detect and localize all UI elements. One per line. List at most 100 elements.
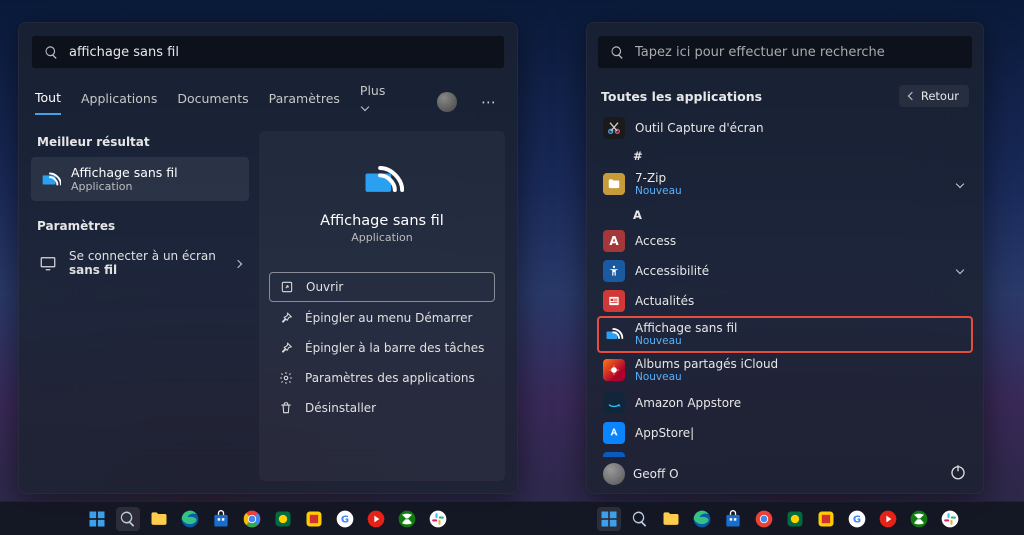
open-button[interactable]: Ouvrir — [269, 272, 495, 302]
connect-wireless-screen-item[interactable]: Se connecter à un écran sans fil — [31, 241, 249, 285]
new-badge: Nouveau — [635, 335, 737, 348]
best-result-item[interactable]: Affichage sans fil Application — [31, 157, 249, 201]
all-apps-title: Toutes les applications — [601, 89, 762, 104]
taskbar-left: G — [0, 501, 535, 535]
tab-more[interactable]: Plus — [360, 83, 397, 121]
user-avatar-icon — [603, 463, 625, 485]
chevron-down-icon — [957, 179, 967, 190]
app-row-wireless-display[interactable]: Affichage sans filNouveau — [597, 316, 973, 353]
letter-header-a[interactable]: A — [597, 202, 973, 226]
taskbar-app7-button[interactable] — [271, 507, 295, 531]
app-label: Accessibilité — [635, 264, 709, 278]
pin-icon — [279, 311, 293, 325]
start-search-box[interactable] — [597, 35, 973, 69]
start-search-input[interactable] — [635, 45, 960, 60]
best-result-title: Affichage sans fil — [71, 165, 178, 180]
news-icon — [603, 290, 625, 312]
taskbar-start-button[interactable] — [597, 507, 621, 531]
taskbar-edge-button[interactable] — [178, 507, 202, 531]
open-icon — [280, 280, 294, 294]
app-settings-button[interactable]: Paramètres des applications — [269, 364, 495, 392]
taskbar-app7-button[interactable] — [783, 507, 807, 531]
taskbar-google-button[interactable]: G — [845, 507, 869, 531]
taskbar-chrome-button[interactable] — [240, 507, 264, 531]
taskbar-slack-button[interactable] — [938, 507, 962, 531]
tab-documents[interactable]: Documents — [177, 91, 248, 114]
preview-title: Affichage sans fil — [320, 213, 444, 229]
taskbar-right: G — [535, 501, 1024, 535]
new-badge: Nouveau — [635, 185, 682, 198]
taskbar-store-button[interactable] — [209, 507, 233, 531]
power-button[interactable] — [949, 463, 967, 485]
app-label: Outil Capture d'écran — [635, 121, 764, 135]
app-row-astuces[interactable]: Astuces — [597, 448, 973, 457]
letter-header-hash[interactable]: # — [597, 143, 973, 167]
taskbar-youtube-button[interactable] — [364, 507, 388, 531]
taskbar-app8-button[interactable] — [302, 507, 326, 531]
search-box[interactable] — [31, 35, 505, 69]
taskbar-explorer-button[interactable] — [659, 507, 683, 531]
more-options-button[interactable]: ⋯ — [477, 93, 501, 111]
pin-start-button[interactable]: Épingler au menu Démarrer — [269, 304, 495, 332]
app-row-snipping-tool[interactable]: Outil Capture d'écran — [597, 113, 973, 143]
taskbar-google-button[interactable]: G — [333, 507, 357, 531]
search-panel: Tout Applications Documents Paramètres P… — [18, 22, 518, 494]
open-label: Ouvrir — [306, 280, 343, 294]
best-result-subtitle: Application — [71, 180, 178, 193]
pin-start-label: Épingler au menu Démarrer — [305, 311, 472, 325]
taskbar-chrome-button[interactable] — [752, 507, 776, 531]
chevron-down-icon — [957, 265, 967, 276]
app-row-news[interactable]: Actualités — [597, 286, 973, 316]
wireless-display-icon — [603, 323, 625, 345]
taskbar-explorer-button[interactable] — [147, 507, 171, 531]
app-row-7zip[interactable]: 7-ZipNouveau — [597, 167, 973, 202]
apps-list: Outil Capture d'écran # 7-ZipNouveau A A… — [597, 113, 973, 457]
app-row-appstore[interactable]: AppStore| — [597, 418, 973, 448]
back-label: Retour — [921, 89, 959, 103]
taskbar-edge-button[interactable] — [690, 507, 714, 531]
svg-text:G: G — [341, 514, 349, 525]
access-icon: A — [603, 230, 625, 252]
snipping-tool-icon — [603, 117, 625, 139]
icloud-photos-icon — [603, 359, 625, 381]
taskbar-start-button[interactable] — [85, 507, 109, 531]
taskbar-search-button[interactable] — [116, 507, 140, 531]
taskbar-youtube-button[interactable] — [876, 507, 900, 531]
taskbar-search-button[interactable] — [628, 507, 652, 531]
chevron-left-icon — [908, 92, 916, 100]
chevron-right-icon — [235, 256, 241, 270]
pin-taskbar-label: Épingler à la barre des tâches — [305, 341, 484, 355]
app-label: Albums partagés iCloud — [635, 357, 778, 371]
app-label: Amazon Appstore — [635, 396, 741, 410]
app-label: 7-Zip — [635, 171, 682, 185]
taskbar-store-button[interactable] — [721, 507, 745, 531]
best-result-header: Meilleur résultat — [31, 131, 249, 151]
app-row-amazon-appstore[interactable]: Amazon Appstore — [597, 388, 973, 418]
pin-taskbar-button[interactable]: Épingler à la barre des tâches — [269, 334, 495, 362]
taskbar-xbox-button[interactable] — [907, 507, 931, 531]
monitor-icon — [39, 254, 57, 272]
tab-all[interactable]: Tout — [35, 90, 61, 115]
uninstall-button[interactable]: Désinstaller — [269, 394, 495, 422]
app-row-access[interactable]: A Access — [597, 226, 973, 256]
app-label: AppStore| — [635, 426, 694, 440]
tab-applications[interactable]: Applications — [81, 91, 157, 114]
settings-item-label: Se connecter à un écran sans fil — [69, 249, 223, 277]
app-row-accessibility[interactable]: Accessibilité — [597, 256, 973, 286]
gear-icon — [279, 371, 293, 385]
search-tabs: Tout Applications Documents Paramètres P… — [31, 83, 505, 121]
tab-settings[interactable]: Paramètres — [269, 91, 340, 114]
taskbar-app8-button[interactable] — [814, 507, 838, 531]
app-settings-label: Paramètres des applications — [305, 371, 475, 385]
taskbar-xbox-button[interactable] — [395, 507, 419, 531]
chevron-down-icon — [361, 103, 369, 111]
trash-icon — [279, 401, 293, 415]
app-row-icloud-albums[interactable]: Albums partagés iCloudNouveau — [597, 353, 973, 388]
app-label: Access — [635, 234, 676, 248]
user-avatar[interactable] — [437, 92, 457, 112]
results-column: Meilleur résultat Affichage sans fil App… — [31, 131, 249, 481]
back-button[interactable]: Retour — [899, 85, 969, 107]
user-account-button[interactable]: Geoff O — [603, 463, 679, 485]
search-input[interactable] — [69, 45, 492, 60]
taskbar-slack-button[interactable] — [426, 507, 450, 531]
